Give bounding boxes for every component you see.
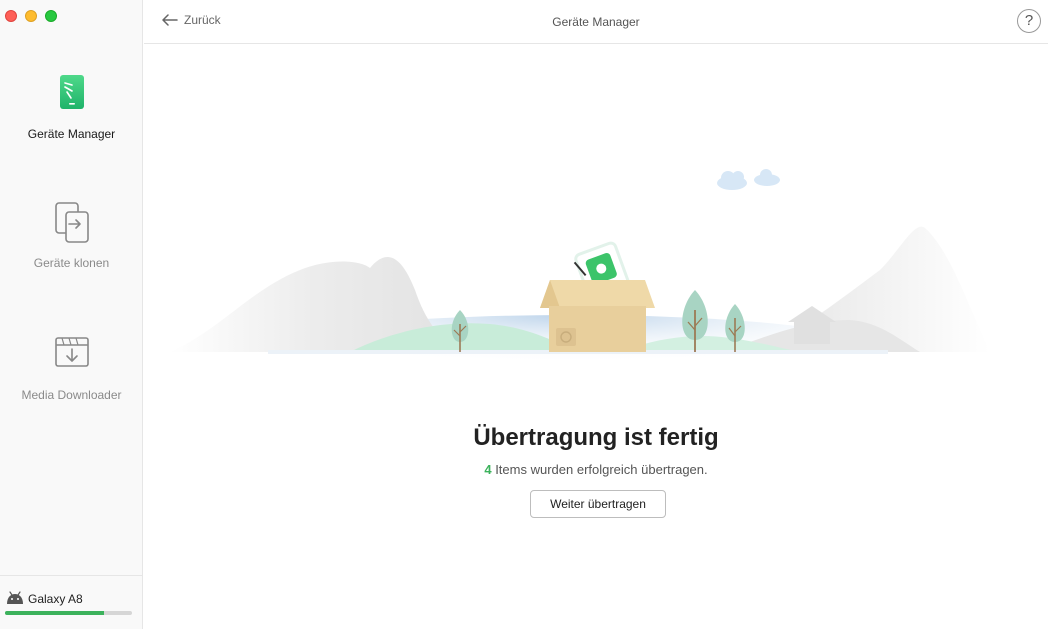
device-storage-fill bbox=[5, 611, 105, 615]
result-title: Übertragung ist fertig bbox=[473, 424, 719, 451]
close-window-button[interactable] bbox=[5, 10, 17, 22]
continue-transfer-button[interactable]: Weiter übertragen bbox=[530, 490, 666, 518]
phone-manager-icon bbox=[59, 75, 84, 109]
sidebar-item-label: Media Downloader bbox=[21, 388, 122, 402]
result-message: 4 Items wurden erfolgreich übertragen. bbox=[144, 462, 1048, 477]
minimize-window-button[interactable] bbox=[25, 10, 37, 22]
sidebar-item-label: Geräte klonen bbox=[33, 256, 110, 270]
transferred-count: 4 bbox=[484, 462, 492, 477]
sidebar: Geräte Manager Geräte klonen Media Downl… bbox=[0, 0, 143, 629]
device-name: Galaxy A8 bbox=[28, 592, 83, 606]
window-controls bbox=[5, 10, 57, 22]
android-icon bbox=[7, 591, 23, 604]
cloud-icon bbox=[717, 169, 780, 190]
sidebar-item-media-downloader[interactable]: Media Downloader bbox=[0, 336, 143, 402]
device-storage-bar bbox=[5, 611, 132, 615]
box-icon bbox=[540, 280, 655, 352]
top-bar: Zurück Geräte Manager ? bbox=[144, 0, 1048, 44]
sidebar-item-label: Geräte Manager bbox=[27, 127, 116, 141]
sidebar-item-clone-device[interactable]: Geräte klonen bbox=[0, 202, 143, 270]
clone-device-icon bbox=[54, 202, 89, 243]
result-message-text: Items wurden erfolgreich übertragen. bbox=[491, 462, 708, 477]
help-button[interactable]: ? bbox=[1017, 9, 1041, 33]
media-downloader-icon bbox=[54, 337, 89, 367]
zoom-window-button[interactable] bbox=[45, 10, 57, 22]
page-title: Geräte Manager bbox=[552, 15, 640, 29]
transfer-complete-illustration bbox=[170, 169, 990, 395]
connected-device[interactable]: Galaxy A8 bbox=[0, 575, 143, 629]
sidebar-item-device-manager[interactable]: Geräte Manager bbox=[0, 74, 143, 141]
